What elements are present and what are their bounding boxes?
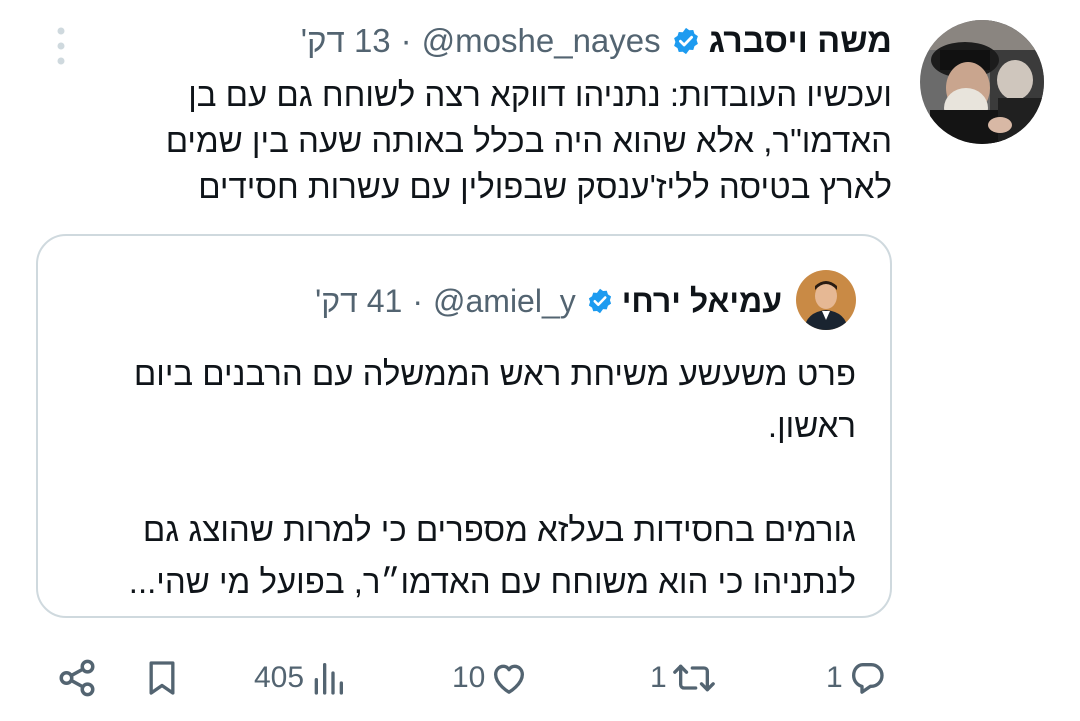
more-options-icon[interactable]: [50, 26, 72, 66]
like-button[interactable]: 10: [452, 650, 529, 706]
reply-icon: [847, 658, 887, 698]
retweet-icon: [671, 658, 717, 698]
quote-verified-badge-icon: [586, 287, 614, 315]
reply-button[interactable]: 1: [826, 650, 887, 706]
views-count: 405: [254, 661, 305, 694]
quote-avatar-photo: [796, 270, 856, 330]
tweet[interactable]: משה ויסברג @moshe_nayes · 13 דק' ועכשיו …: [0, 0, 1080, 721]
quote-author-avatar[interactable]: [796, 270, 856, 330]
tweet-header: משה ויסברג @moshe_nayes · 13 דק': [301, 18, 892, 64]
quote-separator-dot: ·: [412, 282, 423, 319]
tweet-time[interactable]: 13 דק': [301, 22, 391, 60]
author-name[interactable]: משה ויסברג: [709, 22, 892, 61]
author-handle[interactable]: @moshe_nayes: [422, 22, 661, 60]
bookmark-button[interactable]: [142, 650, 182, 706]
bookmark-icon: [142, 658, 182, 698]
quote-author-handle[interactable]: @amiel_y: [433, 283, 576, 320]
share-button[interactable]: [56, 650, 98, 706]
quote-author-name[interactable]: עמיאל ירחי: [622, 283, 782, 320]
author-avatar[interactable]: [920, 20, 1044, 144]
separator-dot: ·: [400, 22, 412, 59]
retweet-count: 1: [650, 661, 667, 694]
quote-time[interactable]: 41 דק': [315, 283, 402, 320]
verified-badge-icon: [671, 26, 701, 56]
quote-text: פרט משעשע משיחת ראש הממשלה עם הרבנים ביו…: [128, 355, 856, 600]
retweet-button[interactable]: 1: [650, 650, 717, 706]
quoted-tweet[interactable]: עמיאל ירחי @amiel_y · 41 דק' פרט משעשע מ…: [36, 234, 892, 618]
share-icon: [56, 657, 98, 699]
reply-count: 1: [826, 661, 843, 694]
avatar-photo: [920, 20, 1044, 144]
tweet-text: ועכשיו העובדות: נתניהו דווקא רצה לשוחח ג…: [156, 76, 892, 205]
views-button[interactable]: 405: [254, 650, 348, 706]
like-count: 10: [452, 661, 486, 694]
views-chart-icon: [308, 658, 348, 698]
heart-icon: [489, 658, 529, 698]
quote-header: עמיאל ירחי @amiel_y · 41 דק': [315, 280, 782, 322]
action-bar: 1 1 10 405: [0, 650, 1080, 710]
